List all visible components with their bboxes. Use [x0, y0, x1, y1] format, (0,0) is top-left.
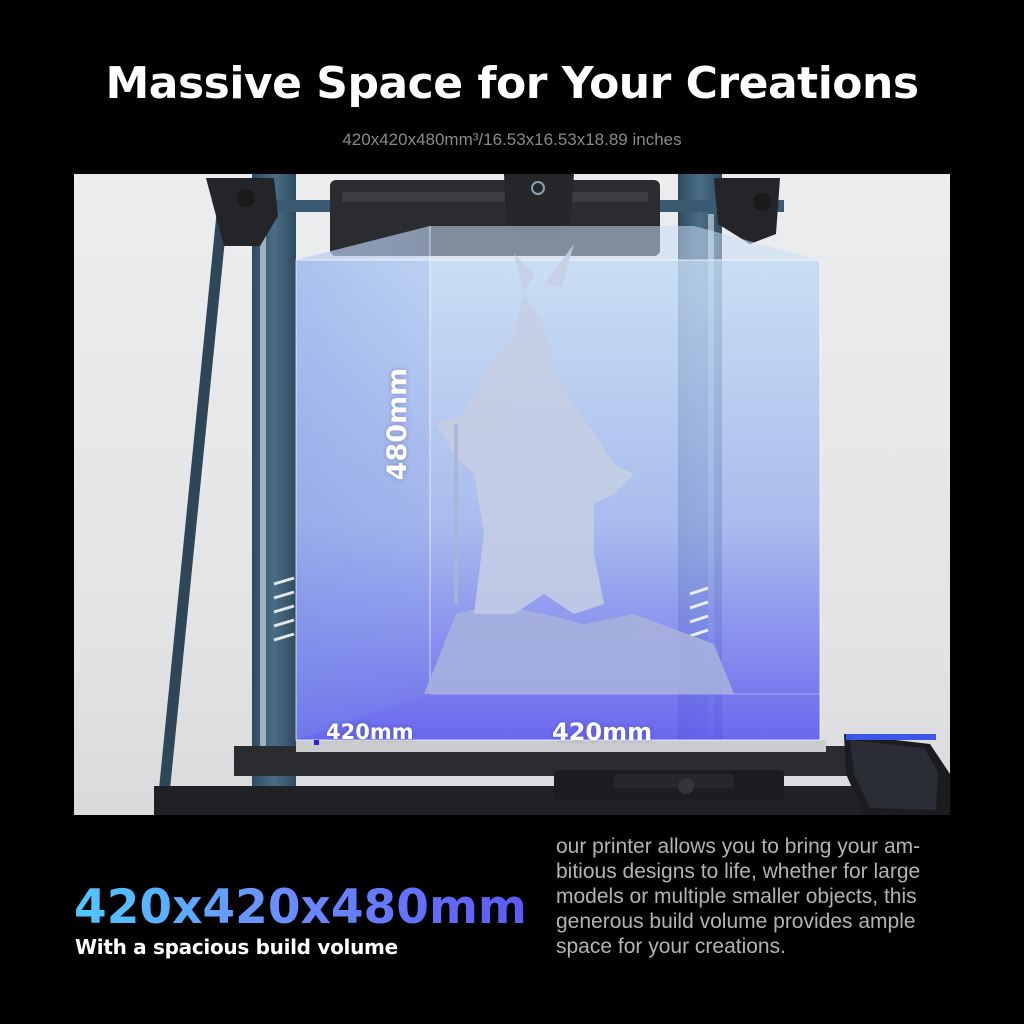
description-line: our printer allows you to bring your am-: [556, 835, 921, 858]
description-line: generous build volume provides ample: [556, 910, 916, 933]
description-line: bitious designs to life, whether for lar…: [556, 860, 921, 883]
page-title: Massive Space for Your Creations: [105, 58, 919, 109]
build-volume-exponent: 3: [526, 874, 547, 907]
feature-description: our printer allows you to bring your am-…: [556, 834, 956, 959]
left-upright: [252, 174, 296, 815]
control-display: [844, 734, 950, 815]
description-line: space for your creations.: [556, 935, 786, 958]
description-line: models or multiple smaller objects, this: [556, 885, 917, 908]
page-subtitle: 420x420x480mm³/16.53x16.53x18.89 inches: [342, 130, 682, 149]
height-dimension-label: 480mm: [382, 367, 413, 481]
build-volume-value: 420x420x480mm: [74, 880, 527, 935]
depth-dimension-label: 420mm: [326, 720, 414, 744]
build-volume-caption: With a spacious build volume: [75, 935, 398, 959]
width-dimension-label: 420mm: [552, 718, 653, 746]
printer-photo: 480mm 420mm 420mm: [74, 174, 950, 815]
support-rod: [158, 213, 228, 795]
axis-marker: [314, 740, 319, 745]
printer-illustration: [154, 174, 950, 815]
build-volume-headline: 420x420x480mm3: [74, 880, 546, 935]
